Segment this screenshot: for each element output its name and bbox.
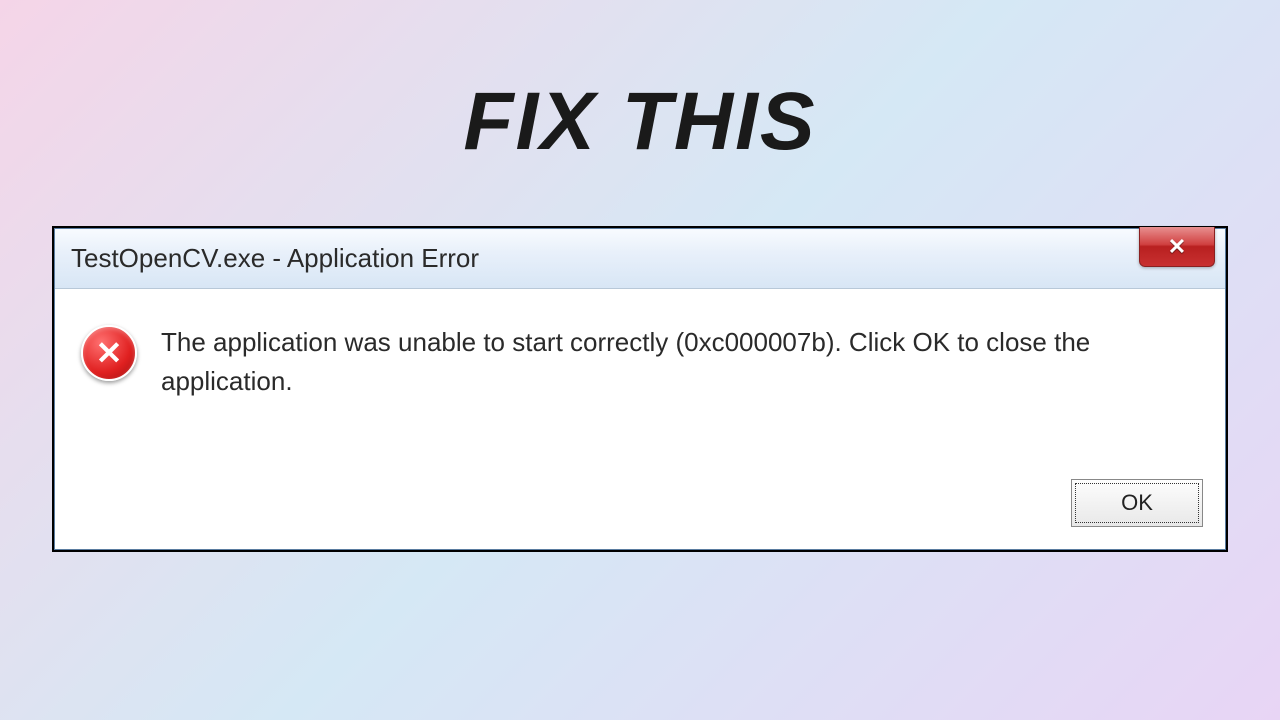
dialog-content: ✕ The application was unable to start co… [55, 289, 1225, 469]
dialog-title: TestOpenCV.exe - Application Error [71, 243, 479, 274]
ok-button[interactable]: OK [1071, 479, 1203, 527]
dialog-button-row: OK [55, 469, 1225, 549]
error-message: The application was unable to start corr… [161, 319, 1199, 401]
dialog-titlebar[interactable]: TestOpenCV.exe - Application Error ✕ [55, 229, 1225, 289]
error-icon: ✕ [81, 325, 137, 381]
headline-text: FIX THIS [463, 75, 816, 169]
error-dialog: TestOpenCV.exe - Application Error ✕ ✕ T… [54, 228, 1226, 550]
dialog-frame: TestOpenCV.exe - Application Error ✕ ✕ T… [52, 226, 1228, 552]
close-icon: ✕ [1168, 234, 1186, 260]
close-button[interactable]: ✕ [1139, 227, 1215, 267]
